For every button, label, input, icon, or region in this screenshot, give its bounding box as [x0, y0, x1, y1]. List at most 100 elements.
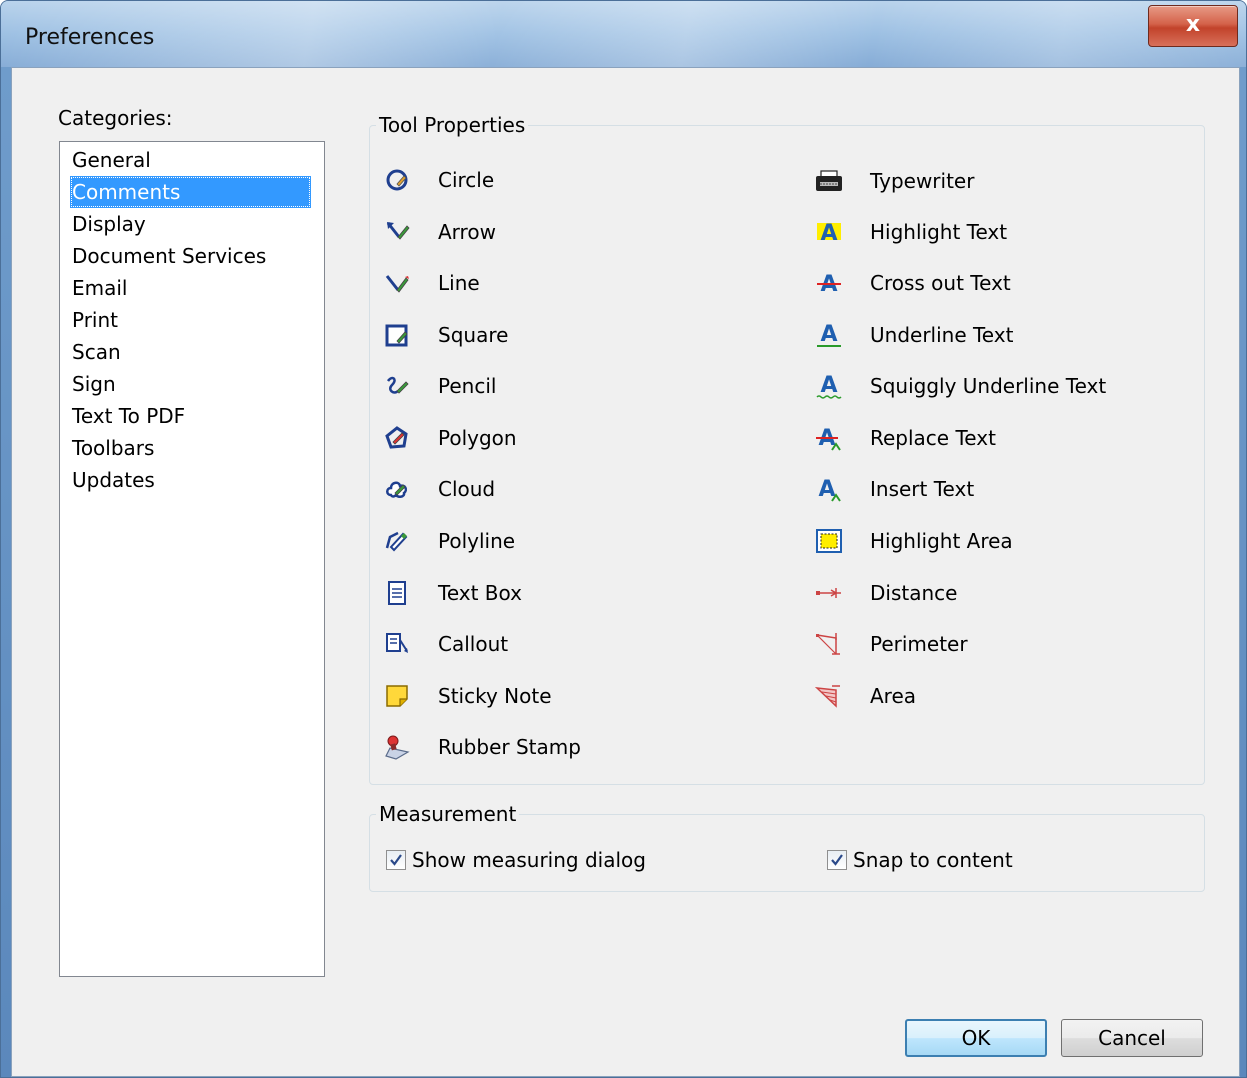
category-print[interactable]: Print	[70, 304, 120, 336]
tool-callout[interactable]: Callout	[380, 626, 508, 662]
area-icon	[812, 679, 846, 713]
tool-label: Perimeter	[870, 632, 968, 656]
cross-out-text-icon: A	[812, 266, 846, 300]
highlight-area-icon	[812, 524, 846, 558]
checkbox-label: Snap to content	[853, 848, 1013, 872]
show-measuring-dialog-checkbox[interactable]: Show measuring dialog	[386, 848, 646, 872]
highlight-text-icon: A	[812, 215, 846, 249]
tool-circle[interactable]: Circle	[380, 162, 494, 198]
rubber-stamp-icon	[380, 730, 414, 764]
tool-polyline[interactable]: Polyline	[380, 523, 515, 559]
tool-label: Cloud	[438, 477, 496, 501]
square-icon	[380, 318, 414, 352]
tool-label: Underline Text	[870, 323, 1014, 347]
tool-label: Cross out Text	[870, 271, 1011, 295]
tool-label: Text Box	[438, 581, 522, 605]
tool-perimeter[interactable]: Perimeter	[812, 626, 968, 662]
tool-square[interactable]: Square	[380, 317, 508, 353]
typewriter-icon	[812, 164, 846, 198]
category-comments[interactable]: Comments	[70, 176, 311, 208]
tool-underline-text[interactable]: A Underline Text	[812, 317, 1013, 353]
tool-label: Pencil	[438, 374, 497, 398]
category-sign[interactable]: Sign	[70, 368, 118, 400]
tool-polygon[interactable]: Polygon	[380, 420, 517, 456]
tool-label: Polygon	[438, 426, 517, 450]
cancel-button[interactable]: Cancel	[1061, 1019, 1203, 1057]
tool-text-box[interactable]: Text Box	[380, 575, 522, 611]
tool-label: Rubber Stamp	[438, 735, 581, 759]
svg-text:A: A	[820, 322, 837, 347]
dialog-body: Categories: General Comments Display Doc…	[11, 67, 1240, 1077]
categories-label: Categories:	[58, 106, 173, 130]
categories-list[interactable]: General Comments Display Document Servic…	[59, 141, 325, 977]
cloud-icon	[380, 472, 414, 506]
snap-to-content-checkbox[interactable]: Snap to content	[827, 848, 1013, 872]
tool-label: Replace Text	[870, 426, 996, 450]
distance-icon	[812, 576, 846, 610]
window-title: Preferences	[25, 25, 155, 50]
tool-pencil[interactable]: Pencil	[380, 368, 496, 404]
tool-typewriter[interactable]: Typewriter	[812, 163, 974, 199]
sticky-note-icon	[380, 679, 414, 713]
tool-sticky-note[interactable]: Sticky Note	[380, 678, 552, 714]
category-document-services[interactable]: Document Services	[70, 240, 268, 272]
tool-label: Insert Text	[870, 477, 975, 501]
tool-replace-text[interactable]: A Replace Text	[812, 420, 996, 456]
tool-squiggly-underline-text[interactable]: A Squiggly Underline Text	[812, 368, 1106, 404]
ok-button[interactable]: OK	[905, 1019, 1047, 1057]
tool-cloud[interactable]: Cloud	[380, 471, 495, 507]
tool-label: Squiggly Underline Text	[870, 374, 1107, 398]
category-toolbars[interactable]: Toolbars	[70, 432, 156, 464]
polygon-icon	[380, 421, 414, 455]
tool-rubber-stamp[interactable]: Rubber Stamp	[380, 729, 581, 765]
category-text-to-pdf[interactable]: Text To PDF	[70, 400, 187, 432]
checkbox-label: Show measuring dialog	[412, 848, 646, 872]
perimeter-icon	[812, 627, 846, 661]
polyline-icon	[380, 524, 414, 558]
close-button[interactable]: x	[1148, 5, 1238, 47]
line-icon	[380, 266, 414, 300]
preferences-window: Preferences x Categories: General Commen…	[0, 0, 1247, 1078]
svg-text:A: A	[820, 373, 837, 398]
tool-label: Callout	[438, 632, 509, 656]
tool-area[interactable]: Area	[812, 678, 916, 714]
measurement-title: Measurement	[376, 802, 520, 826]
underline-text-icon: A	[812, 318, 846, 352]
circle-icon	[380, 163, 414, 197]
tool-label: Highlight Text	[870, 220, 1008, 244]
tool-insert-text[interactable]: A Insert Text	[812, 471, 974, 507]
category-general[interactable]: General	[70, 144, 153, 176]
squiggly-underline-text-icon: A	[812, 369, 846, 403]
tool-label: Line	[438, 271, 480, 295]
checkbox-checked[interactable]	[827, 850, 847, 870]
tool-label: Sticky Note	[438, 684, 552, 708]
tool-label: Highlight Area	[870, 529, 1013, 553]
tool-label: Square	[438, 323, 509, 347]
replace-text-icon: A	[812, 421, 846, 455]
svg-text:A: A	[820, 221, 837, 246]
category-scan[interactable]: Scan	[70, 336, 123, 368]
callout-icon	[380, 627, 414, 661]
tool-highlight-text[interactable]: A Highlight Text	[812, 214, 1007, 250]
text-box-icon	[380, 576, 414, 610]
tool-arrow[interactable]: Arrow	[380, 214, 496, 250]
tool-line[interactable]: Line	[380, 265, 480, 301]
tool-label: Polyline	[438, 529, 516, 553]
tool-highlight-area[interactable]: Highlight Area	[812, 523, 1013, 559]
category-email[interactable]: Email	[70, 272, 130, 304]
checkbox-checked[interactable]	[386, 850, 406, 870]
tool-label: Arrow	[438, 220, 496, 244]
insert-text-icon: A	[812, 472, 846, 506]
tool-label: Circle	[438, 168, 495, 192]
pencil-icon	[380, 369, 414, 403]
tool-label: Distance	[870, 581, 958, 605]
tool-properties-title: Tool Properties	[376, 113, 529, 137]
tool-label: Area	[870, 684, 917, 708]
tool-cross-out-text[interactable]: A Cross out Text	[812, 265, 1011, 301]
category-updates[interactable]: Updates	[70, 464, 157, 496]
arrow-icon	[380, 215, 414, 249]
title-bar[interactable]: Preferences x	[1, 1, 1246, 67]
category-display[interactable]: Display	[70, 208, 148, 240]
tool-label: Typewriter	[870, 169, 975, 193]
tool-distance[interactable]: Distance	[812, 575, 957, 611]
